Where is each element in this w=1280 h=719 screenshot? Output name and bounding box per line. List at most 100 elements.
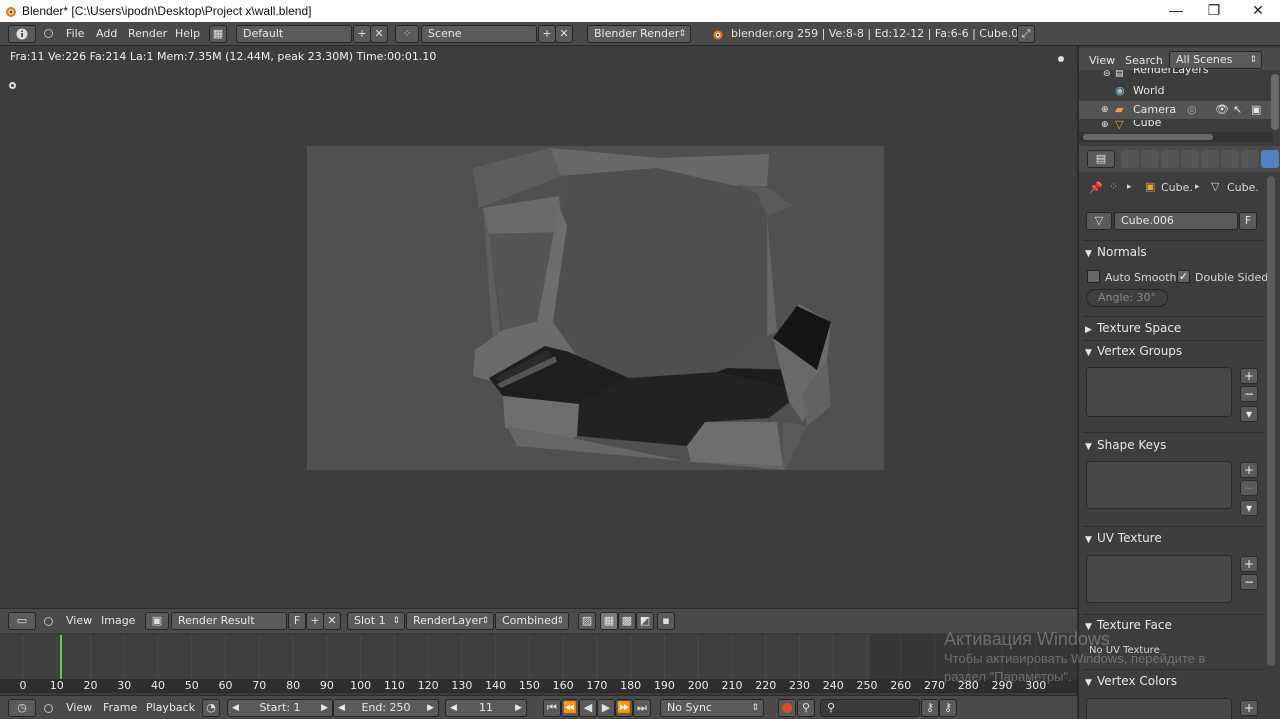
timeline-type-icon[interactable]: ◷ (8, 699, 36, 717)
timeline-editor[interactable]: 0 10 20 30 40 50 60 70 80 90 100 110 120 130 140 150 160… (0, 633, 1077, 695)
remove-shape-key-icon[interactable]: − (1240, 480, 1258, 496)
collapse-menus-icon[interactable] (44, 704, 53, 713)
menu-add[interactable]: Add (96, 26, 117, 42)
render-layer-select[interactable]: RenderLayer ⇕ (406, 612, 494, 630)
insert-keyframe-icon[interactable]: ⚷ (921, 699, 939, 717)
increment-arrow-icon[interactable]: ▶ (515, 700, 522, 716)
alpha-icon[interactable]: ▩ (618, 612, 636, 630)
timeline-ruler[interactable]: 0 10 20 30 40 50 60 70 80 90 100 110 120 130 140 150 160… (0, 679, 1077, 693)
pin-icon[interactable]: 📌 (1089, 181, 1103, 194)
menu-frame[interactable]: Frame (103, 700, 137, 716)
play-reverse-icon[interactable]: ◀ (579, 699, 597, 717)
panel-normals-header[interactable]: ▼ Normals (1085, 242, 1263, 262)
expand-plus-icon[interactable]: ⊕ (1101, 101, 1109, 119)
editor-type-menu[interactable] (8, 25, 36, 43)
increment-arrow-icon[interactable]: ▶ (321, 700, 328, 716)
tab-constraints[interactable] (1221, 150, 1239, 168)
visibility-eye-icon[interactable]: 👁 (1215, 101, 1229, 119)
render-engine-select[interactable]: Blender Render ⇕ (587, 25, 691, 43)
image-name-field[interactable]: Render Result (171, 612, 287, 630)
uv-texture-list[interactable] (1086, 555, 1232, 603)
draw-channels-icon[interactable]: ▨ (578, 612, 596, 630)
properties-type-icon[interactable]: ▤ (1087, 150, 1115, 168)
tab-object-data[interactable] (1261, 150, 1279, 168)
add-vertex-group-icon[interactable]: + (1240, 368, 1258, 384)
timeline-frame-cursor[interactable] (60, 635, 63, 679)
menu-image[interactable]: Image (101, 613, 135, 629)
preview-range-icon[interactable]: ◔ (202, 699, 220, 717)
image-editor-viewport[interactable]: Fra:11 Ve:226 Fa:214 La:1 Mem:7.35M (12.… (0, 46, 1077, 608)
auto-smooth-checkbox[interactable] (1087, 270, 1100, 283)
collapse-menus-icon[interactable] (44, 617, 53, 626)
image-browse-icon[interactable]: ▣ (145, 612, 169, 630)
remove-uv-texture-icon[interactable]: − (1240, 574, 1258, 590)
menu-playback[interactable]: Playback (146, 700, 195, 716)
menu-search[interactable]: Search (1125, 53, 1163, 69)
previous-keyframe-icon[interactable]: ⏪ (561, 699, 579, 717)
menu-render[interactable]: Render (128, 26, 167, 42)
increment-arrow-icon[interactable]: ▶ (427, 700, 434, 716)
breadcrumb-object[interactable]: Cube. (1161, 181, 1193, 194)
tab-render-layers[interactable] (1141, 150, 1159, 168)
add-shape-key-icon[interactable]: + (1240, 462, 1258, 478)
screen-layout-field[interactable]: Default (236, 25, 352, 43)
delete-keyframe-icon[interactable]: ⚷ (939, 699, 957, 717)
properties-toggle-icon[interactable] (1058, 56, 1064, 62)
decrement-arrow-icon[interactable]: ◀ (450, 700, 457, 716)
vertex-group-specials-icon[interactable]: ▾ (1240, 406, 1258, 422)
breadcrumb-data[interactable]: Cube. (1227, 181, 1259, 194)
scrollbar-thumb[interactable] (1083, 134, 1213, 140)
outliner-vertical-scrollbar[interactable] (1271, 74, 1279, 130)
scene-field[interactable]: Scene (421, 25, 537, 43)
renderability-camera-icon[interactable]: ▣ (1251, 101, 1261, 119)
toolshelf-toggle-icon[interactable] (9, 82, 16, 89)
shape-key-specials-icon[interactable]: ▾ (1240, 500, 1258, 516)
decrement-arrow-icon[interactable]: ◀ (232, 700, 239, 716)
outliner-item[interactable]: ⊕ ▰ Camera ◎ 👁 ↖ ▣ (1079, 101, 1279, 119)
vertex-colors-list[interactable] (1086, 698, 1232, 719)
jump-to-start-icon[interactable]: ⏮ (543, 699, 561, 717)
expand-arrow-icon[interactable]: ⊖ (1103, 68, 1111, 80)
menu-view[interactable]: View (66, 700, 92, 716)
tab-scene[interactable] (1161, 150, 1179, 168)
timeline-track[interactable] (0, 635, 1077, 679)
remove-layout-icon[interactable]: ✕ (370, 25, 388, 43)
z-buffer-icon[interactable]: ◩ (636, 612, 654, 630)
menu-file[interactable]: File (66, 26, 84, 42)
add-uv-texture-icon[interactable]: + (1240, 556, 1258, 572)
panel-uv-texture-header[interactable]: ▼ UV Texture (1085, 528, 1263, 548)
collapse-menus-icon[interactable] (44, 29, 53, 38)
outliner-item[interactable]: ⊕ ▽ Cube (1079, 120, 1269, 130)
fullscreen-toggle-icon[interactable]: ⤢ (1017, 25, 1035, 43)
active-keying-set-field[interactable]: ⚲ (820, 699, 920, 717)
minimize-button[interactable]: — (1156, 0, 1196, 22)
expand-plus-icon[interactable]: ⊕ (1101, 120, 1109, 130)
jump-to-end-icon[interactable]: ⏭ (633, 699, 651, 717)
panel-texture-space-header[interactable]: ▶ Texture Space (1085, 318, 1263, 338)
unlink-image-icon[interactable]: ✕ (323, 612, 341, 630)
render-slot-select[interactable]: Slot 1 ⇕ (347, 612, 405, 630)
screen-layout-icon[interactable]: ▦ (209, 25, 227, 43)
next-keyframe-icon[interactable]: ⏩ (615, 699, 633, 717)
checkerboard-icon[interactable]: ▦ (600, 612, 618, 630)
auto-smooth-angle-field[interactable]: Angle: 30° (1086, 289, 1168, 307)
outliner-item[interactable]: ◉ World (1079, 82, 1269, 100)
shape-keys-list[interactable] (1086, 461, 1232, 509)
add-layout-icon[interactable]: + (353, 25, 371, 43)
maximize-button[interactable]: ❐ (1194, 0, 1234, 22)
tab-object[interactable] (1201, 150, 1219, 168)
mesh-fake-user-toggle[interactable]: F (1239, 212, 1257, 230)
selectability-cursor-icon[interactable]: ↖ (1233, 101, 1242, 119)
panel-shape-keys-header[interactable]: ▼ Shape Keys (1085, 435, 1263, 455)
panel-vertex-groups-header[interactable]: ▼ Vertex Groups (1085, 341, 1263, 361)
outliner-item[interactable]: ⊖ ▤ RenderLayers (1079, 68, 1269, 80)
add-vertex-color-icon[interactable]: + (1240, 700, 1258, 716)
menu-view[interactable]: View (66, 613, 92, 629)
menu-view[interactable]: View (1089, 53, 1115, 69)
double-sided-checkbox[interactable]: ✓ (1177, 270, 1190, 283)
menu-help[interactable]: Help (175, 26, 200, 42)
tab-modifiers[interactable] (1241, 150, 1259, 168)
sync-mode-select[interactable]: No Sync ⇕ (660, 699, 764, 717)
start-frame-field[interactable]: ◀ Start: 1 ▶ (227, 699, 333, 717)
tab-world[interactable] (1181, 150, 1199, 168)
